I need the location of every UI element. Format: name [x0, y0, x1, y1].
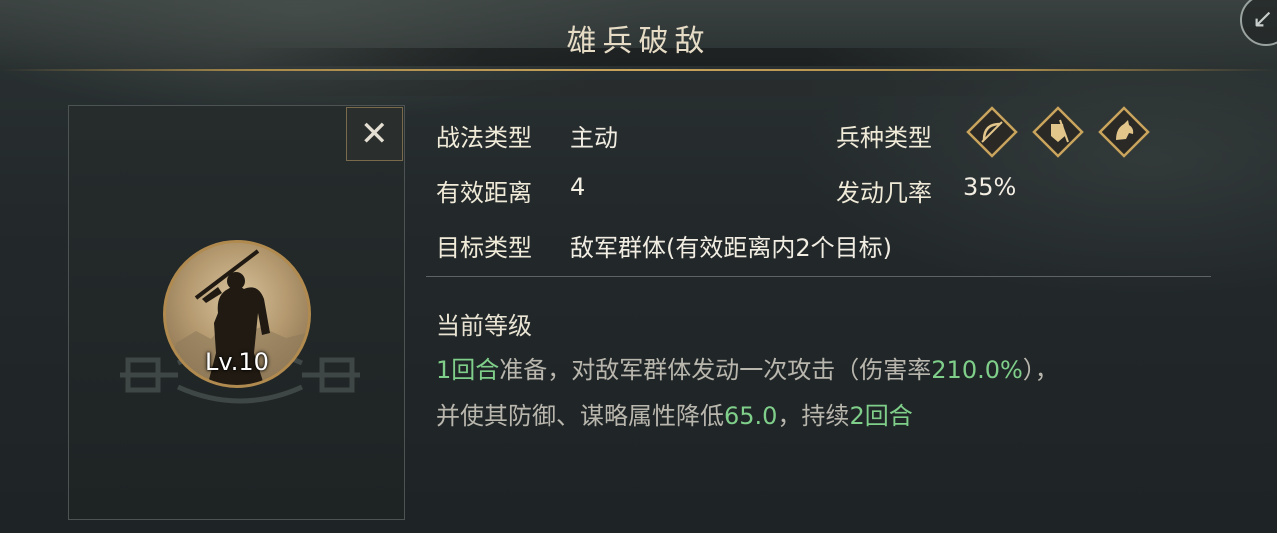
target-type-value: 敌军群体(有效距离内2个目标) — [570, 234, 892, 262]
debuff-value: 65.0 — [724, 402, 778, 430]
cavalry-horse-icon — [1098, 106, 1150, 158]
trigger-rate-value: 35% — [963, 173, 1017, 201]
range-label: 有效距离 — [436, 179, 532, 207]
effect-text-end: ）， — [1022, 356, 1059, 384]
archer-icon — [966, 106, 1018, 158]
title-divider — [0, 69, 1277, 71]
skill-title: 雄兵破敌 — [566, 24, 711, 59]
divider — [426, 276, 1211, 277]
troop-type-label: 兵种类型 — [836, 124, 932, 152]
tactic-type-label: 战法类型 — [436, 124, 532, 152]
trigger-rate-label: 发动几率 — [836, 179, 932, 207]
current-level-title: 当前等级 — [436, 312, 532, 340]
effect-description-line-2: 并使其防御、谋略属性降低65.0，持续2回合 — [436, 396, 1226, 431]
infantry-shield-icon — [1032, 106, 1084, 158]
target-type-label: 目标类型 — [436, 234, 532, 262]
damage-rate: 210.0% — [931, 356, 1023, 384]
range-value: 4 — [570, 173, 586, 201]
debuff-text: 并使其防御、谋略属性降低 — [436, 402, 724, 430]
effect-text: 准备，对敌军群体发动一次攻击（伤害率 — [499, 356, 932, 384]
duration-turns: 2回合 — [849, 402, 913, 430]
tactic-type-value: 主动 — [570, 124, 618, 152]
title-ribbon-lower — [236, 80, 1056, 96]
prep-turns: 1回合 — [436, 356, 500, 384]
close-icon: ✕ — [360, 114, 389, 154]
close-button[interactable]: ✕ — [346, 107, 403, 161]
back-arrow-icon: ↙ — [1252, 4, 1274, 34]
skill-level: Lv.10 — [205, 348, 269, 376]
effect-description-line-1: 1回合准备，对敌军群体发动一次攻击（伤害率210.0%）， — [436, 350, 1226, 385]
duration-text: ，持续 — [777, 402, 850, 430]
